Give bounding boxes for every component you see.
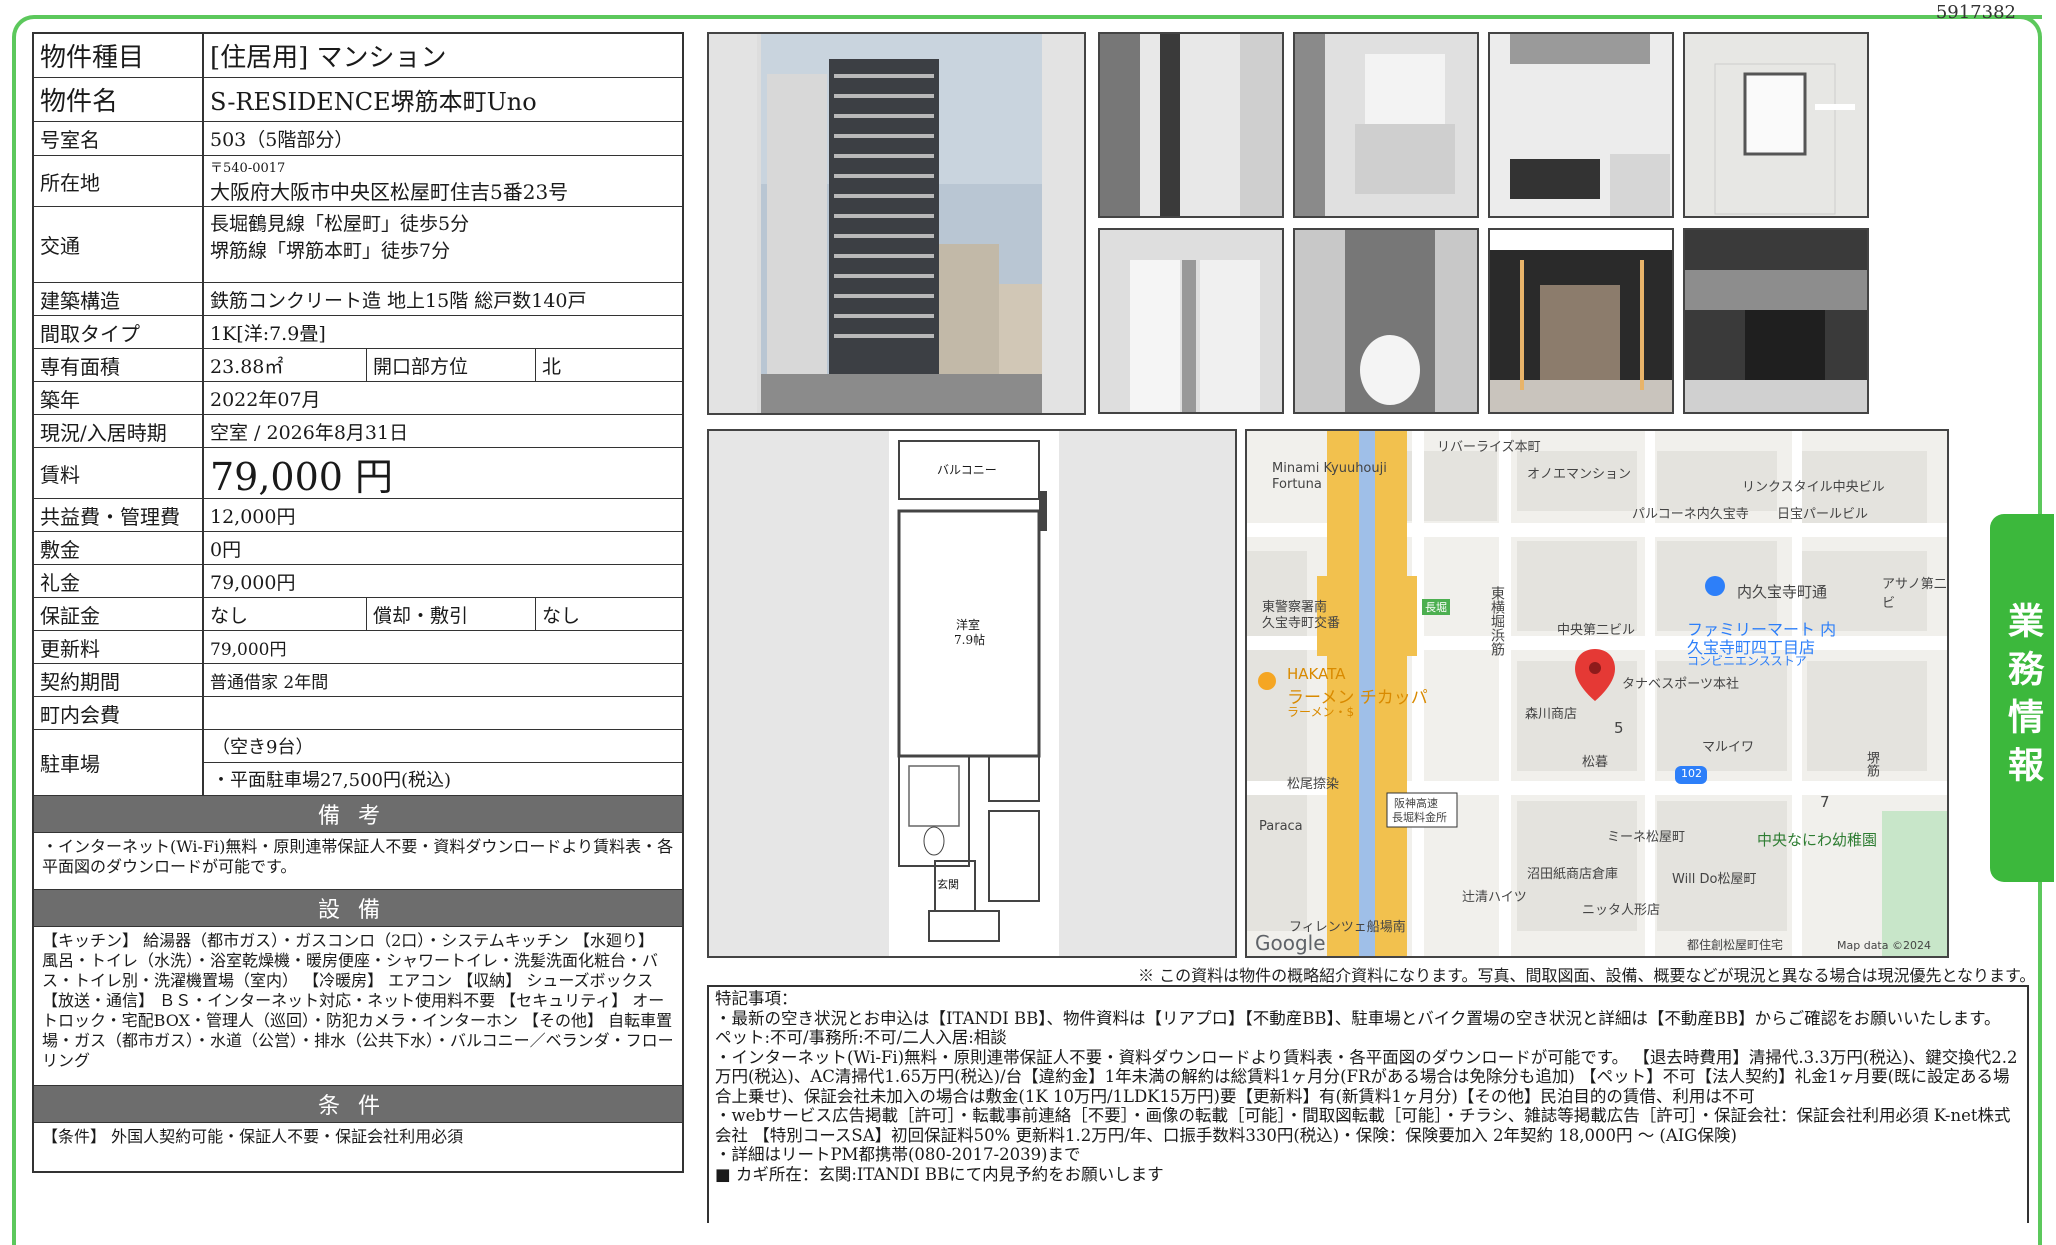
floorplan-balcony-label: バルコニー [937, 463, 997, 477]
photo-entrance-hall[interactable] [1488, 228, 1674, 414]
map-label: アサノ第二ビ [1882, 577, 1947, 611]
rent-value: 79,000 円 [210, 454, 394, 499]
row-room: 号室名 503（5階部分） [34, 122, 682, 156]
postal-code: 〒540-0017 [210, 161, 286, 176]
map-label: 日宝パールビル [1777, 507, 1869, 522]
photo-room[interactable] [1683, 32, 1869, 218]
map-label: 松尾捺染 [1287, 777, 1340, 792]
notes-text: ・インターネット(Wi-Fi)無料・原則連帯保証人不要・資料ダウンロードより賃料… [34, 833, 682, 890]
building-exterior-photo[interactable] [707, 32, 1086, 415]
row-renewal: 更新料 79,000円 [34, 631, 682, 664]
transit-line-1: 長堀鶴見線「松屋町」徒歩5分 [210, 213, 470, 235]
photo-washroom[interactable] [1293, 32, 1479, 218]
photo-lobby[interactable] [1683, 228, 1869, 414]
row-area: 専有面積 23.88㎡ 開口部方位 北 [34, 349, 682, 382]
remarks-line: ペット:不可/事務所:不可/二人入居:相談 [715, 1028, 1007, 1047]
floorplan-entrance-label: 玄関 [937, 878, 959, 891]
map-label: 松暮 [1582, 755, 1609, 770]
row-layout: 間取タイプ 1K[洋:7.9畳] [34, 316, 682, 349]
special-remarks: 特記事項： ・最新の空き状況とお申込は【ITANDI BB】、物件資料は【リアプ… [707, 985, 2029, 1223]
row-transit: 交通 長堀鶴見線「松屋町」徒歩5分 堺筋線「堺筋本町」徒歩7分 [34, 207, 682, 283]
map-label: オノエマンション [1527, 467, 1632, 482]
map-label: Paraca [1259, 819, 1303, 834]
equipment-text: 【キッチン】 給湯器（都市ガス）・ガスコンロ（2口）・システムキッチン 【水廻り… [34, 927, 682, 1086]
map-label: コンビニエンスストア [1687, 654, 1807, 668]
row-built: 築年 2022年07月 [34, 382, 682, 415]
row-status: 現況/入居時期 空室 / 2026年8月31日 [34, 415, 682, 448]
map-label: 長堀 [1422, 599, 1450, 615]
map-label: Fortuna [1272, 477, 1322, 492]
conditions-heading: 条件 [34, 1086, 682, 1123]
map-label: 中央第二ビル [1557, 623, 1636, 638]
photo-hallway[interactable] [1098, 32, 1284, 218]
side-tab-business-info[interactable]: 業務情報 [1990, 514, 2054, 882]
map-label: 森川商店 [1525, 707, 1578, 722]
map-attribution: Map data ©2024 [1837, 939, 1931, 952]
map-label: タナベスポーツ本社 [1622, 677, 1740, 692]
disclaimer: ※ この資料は物件の概略紹介資料になります。写真、間取図面、設備、概要などが現況… [1138, 966, 2036, 985]
map-label: 内久宝寺町通 [1737, 583, 1828, 601]
remarks-line: ・最新の空き状況とお申込は【ITANDI BB】、物件資料は【リアプロ】【不動産… [715, 1008, 2001, 1028]
row-contract: 契約期間 普通借家 2年間 [34, 664, 682, 697]
remarks-line: ・webサービス広告掲載［許可］・転載事前連絡［不要］・画像の転載［可能］・間取… [715, 1106, 2011, 1145]
map-label: 久宝寺町交番 [1262, 616, 1341, 631]
photo-toilet[interactable] [1293, 228, 1479, 414]
row-fee: 共益費・管理費 12,000円 [34, 499, 682, 532]
google-logo: Google [1255, 931, 1326, 955]
map-label: ラーメン・$ [1287, 705, 1355, 719]
row-structure: 建築構造 鉄筋コンクリート造 地上15階 総戸数140戸 [34, 283, 682, 316]
row-deposit: 敷金 0円 [34, 532, 682, 565]
remarks-line: 特記事項： [715, 989, 798, 1008]
map-label: 中央なにわ幼稚園 [1757, 831, 1878, 849]
map-label: Will Do松屋町 [1672, 872, 1757, 887]
map-label: マルイワ [1702, 740, 1755, 755]
floor-plan[interactable]: バルコニー 洋室 7.9帖 玄関 [707, 429, 1237, 958]
row-guarantee: 保証金 なし 償却・敷引 なし [34, 598, 682, 631]
photo-kitchen[interactable] [1488, 32, 1674, 218]
map-label: 東横堀浜筋 [1489, 586, 1505, 656]
row-property-type: 物件種目 [住居用] マンション [34, 34, 682, 78]
map-label: ミーネ松屋町 [1607, 830, 1686, 845]
map-label: 沼田紙商店倉庫 [1527, 867, 1619, 882]
row-property-name: 物件名 S-RESIDENCE堺筋本町Uno [34, 78, 682, 122]
property-info-table: 物件種目 [住居用] マンション 物件名 S-RESIDENCE堺筋本町Uno … [32, 32, 684, 1173]
remarks-line: ■ カギ所在：玄関:ITANDI BBにて内見予約をお願いします [715, 1164, 1164, 1184]
map-label: リバーライズ本町 [1437, 440, 1541, 455]
photo-closet[interactable] [1098, 228, 1284, 414]
map-label: 都住創松屋町住宅 [1687, 938, 1784, 952]
document-id: 5917382 [1935, 2, 2016, 23]
map-label: 5 [1614, 719, 1624, 737]
map-label: ニッタ人形店 [1582, 903, 1661, 918]
map-label: リンクスタイル中央ビル [1742, 480, 1885, 495]
notes-heading: 備考 [34, 796, 682, 833]
map-label: HAKATA [1287, 665, 1346, 683]
map-label: パルコーネ内久宝寺 [1632, 507, 1749, 522]
map-label: 7 [1820, 793, 1830, 811]
transit-line-2: 堺筋線「堺筋本町」徒歩7分 [210, 240, 451, 262]
map-label: 長堀料金所 [1392, 811, 1447, 824]
floorplan-room-size: 7.9帖 [954, 633, 986, 647]
address-text: 大阪府大阪市中央区松屋町住吉5番23号 [210, 180, 569, 204]
row-rent: 賃料 79,000 円 [34, 448, 682, 499]
equipment-heading: 設備 [34, 890, 682, 927]
conditions-text: 【条件】 外国人契約可能・保証人不要・保証会社利用必須 [42, 1127, 464, 1146]
map-label: 辻清ハイツ [1462, 890, 1527, 905]
area-map[interactable]: リバーライズ本町 Minami Kyuuhouji Fortuna オノエマンシ… [1245, 429, 1949, 958]
row-town-fee: 町内会費 [34, 697, 682, 730]
remarks-line: ・詳細はリートPM都携帯(080-2017-2039)まで [715, 1145, 1081, 1164]
remarks-line: ・インターネット(Wi-Fi)無料・原則連帯保証人不要・資料ダウンロードより賃料… [715, 1047, 2018, 1106]
row-key-money: 礼金 79,000円 [34, 565, 682, 598]
row-parking: 駐車場 （空き9台） ・平面駐車場27,500円(税込) [34, 730, 682, 796]
map-label: 102 [1681, 767, 1702, 780]
map-label: Minami Kyuuhouji [1272, 461, 1387, 476]
row-address: 所在地 〒540-0017 大阪府大阪市中央区松屋町住吉5番23号 [34, 156, 682, 207]
map-label: 堺筋 [1864, 751, 1879, 777]
